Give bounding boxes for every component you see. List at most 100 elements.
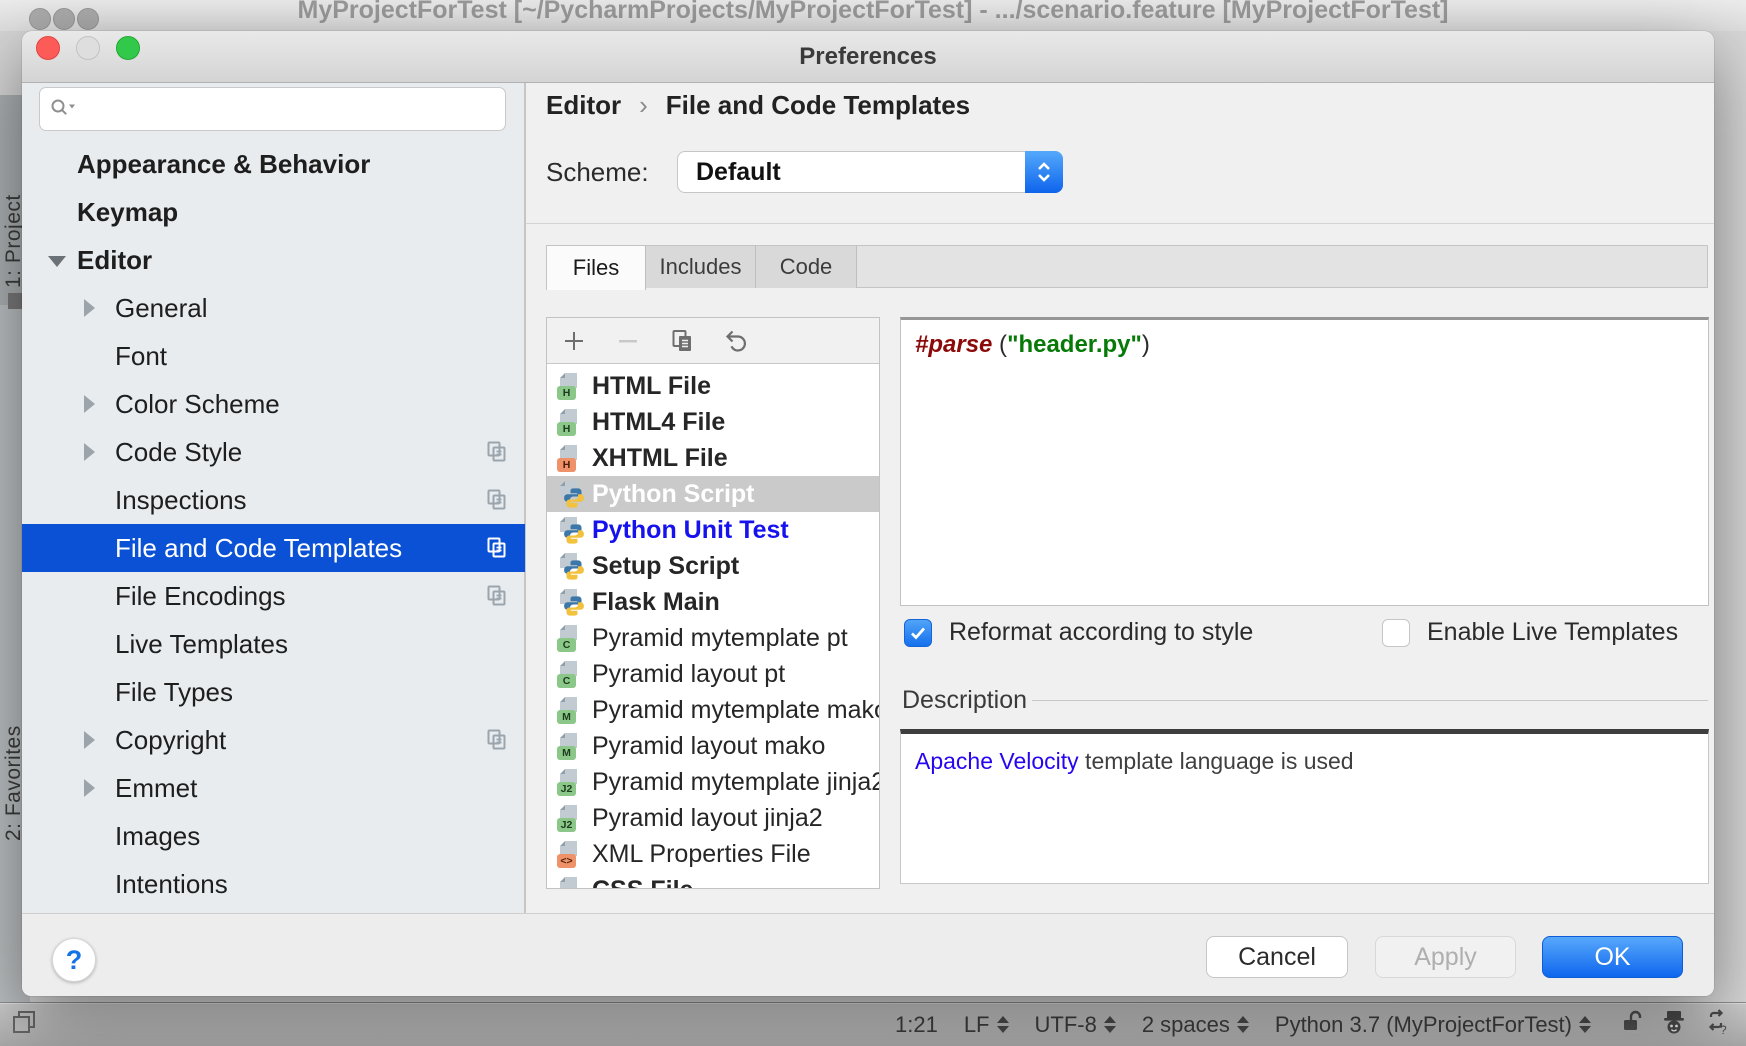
sidebar-item[interactable]: Copyright <box>22 716 525 764</box>
breadcrumb: Editor › File and Code Templates <box>546 87 970 123</box>
tab-includes[interactable]: Includes <box>646 245 756 288</box>
template-list-item[interactable]: CSS File <box>547 872 879 888</box>
sidebar-item[interactable]: Editor <box>22 236 525 284</box>
tab-code[interactable]: Code <box>756 245 857 288</box>
template-list-item[interactable]: C Pyramid mytemplate pt <box>547 620 879 656</box>
template-list-item[interactable]: J2 Pyramid mytemplate jinja2 <box>547 764 879 800</box>
file-type-badge: C <box>557 674 576 688</box>
sidebar-item-label: Appearance & Behavior <box>77 149 370 180</box>
sidebar-item-label: Copyright <box>115 725 226 756</box>
tool-window-switcher-icon[interactable] <box>10 1007 40 1043</box>
copy-settings-icon <box>485 536 509 560</box>
dialog-titlebar[interactable]: Preferences <box>22 31 1714 83</box>
tab-strip: Files Includes Code <box>546 245 1708 288</box>
reformat-checkbox[interactable] <box>904 619 932 647</box>
dropdown-stepper-icon[interactable] <box>1025 151 1063 193</box>
zoom-icon[interactable] <box>116 36 140 60</box>
background-zoom-icon[interactable] <box>77 8 99 30</box>
line-separator-widget[interactable]: LF <box>964 1012 1009 1038</box>
template-list-item[interactable]: H XHTML File <box>547 440 879 476</box>
tree-expand-arrow-icon[interactable] <box>84 779 95 797</box>
divider <box>526 223 1714 224</box>
tree-expand-arrow-icon[interactable] <box>84 443 95 461</box>
template-list-item[interactable]: Python Unit Test <box>547 512 879 548</box>
template-list-item[interactable]: M Pyramid mytemplate mako <box>547 692 879 728</box>
copy-template-button[interactable] <box>669 328 695 354</box>
template-editor[interactable]: #parse ("header.py") <box>900 317 1709 606</box>
apply-button[interactable]: Apply <box>1375 936 1516 978</box>
breadcrumb-section[interactable]: Editor <box>546 90 621 121</box>
sidebar-item[interactable]: File Encodings <box>22 572 525 620</box>
sidebar-item[interactable]: Live Templates <box>22 620 525 668</box>
scheme-select[interactable]: Default <box>677 151 1063 193</box>
list-toolbar <box>547 318 879 364</box>
template-list-item[interactable]: H HTML File <box>547 368 879 404</box>
description-label: Description <box>902 683 1027 717</box>
template-list-item[interactable]: J2 Pyramid layout jinja2 <box>547 800 879 836</box>
sidebar-item-label: Keymap <box>77 197 178 228</box>
copy-settings-icon <box>485 584 509 608</box>
sidebar-item[interactable]: Code Style <box>22 428 525 476</box>
sidebar-item[interactable]: Appearance & Behavior <box>22 140 525 188</box>
template-list-item[interactable]: Python Script <box>547 476 879 512</box>
indent-widget[interactable]: 2 spaces <box>1142 1012 1249 1038</box>
template-list-item[interactable]: C Pyramid layout pt <box>547 656 879 692</box>
tree-expand-arrow-icon[interactable] <box>48 256 66 267</box>
sidebar-item[interactable]: Keymap <box>22 188 525 236</box>
interpreter-widget[interactable]: Python 3.7 (MyProjectForTest) <box>1275 1012 1591 1038</box>
sidebar-item[interactable]: Images <box>22 812 525 860</box>
spinner-arrows-icon <box>1579 1016 1591 1033</box>
reset-template-button[interactable] <box>723 328 749 354</box>
lock-open-icon[interactable] <box>1621 1009 1645 1041</box>
encoding-widget[interactable]: UTF-8 <box>1035 1012 1116 1038</box>
template-list-body: H HTML File H HTML4 File H XHTML File Py… <box>547 364 879 888</box>
file-type-icon <box>557 589 583 615</box>
sidebar-item-label: Live Templates <box>115 629 288 660</box>
template-list-item[interactable]: M Pyramid layout mako <box>547 728 879 764</box>
template-list-item[interactable]: H HTML4 File <box>547 404 879 440</box>
background-close-icon[interactable] <box>29 8 51 30</box>
tab-files[interactable]: Files <box>546 245 646 290</box>
caret-position-widget[interactable]: 1:21 <box>895 1012 938 1038</box>
apache-velocity-link[interactable]: Apache Velocity <box>915 748 1079 774</box>
string-literal: "header.py" <box>1007 331 1142 358</box>
background-window-title: MyProjectForTest [~/PycharmProjects/MyPr… <box>297 0 1448 25</box>
add-template-button[interactable] <box>561 328 587 354</box>
cancel-button[interactable]: Cancel <box>1206 936 1348 978</box>
search-input[interactable] <box>82 94 505 124</box>
sidebar-item[interactable]: Emmet <box>22 764 525 812</box>
scheme-label: Scheme: <box>546 151 649 193</box>
template-name: Pyramid layout mako <box>592 732 825 761</box>
sidebar-item[interactable]: Color Scheme <box>22 380 525 428</box>
python-icon <box>563 523 585 545</box>
remove-template-button[interactable] <box>615 328 641 354</box>
sidebar-item[interactable]: File Types <box>22 668 525 716</box>
sidebar-item[interactable]: Font <box>22 332 525 380</box>
template-code-line: #parse ("header.py") <box>901 320 1708 369</box>
ok-button[interactable]: OK <box>1542 936 1683 978</box>
sidebar-item[interactable]: Inspections <box>22 476 525 524</box>
sidebar-item[interactable]: File and Code Templates <box>22 524 525 572</box>
template-name: CSS File <box>592 876 693 889</box>
hector-inspector-icon[interactable] <box>1661 1009 1687 1041</box>
sync-question-icon[interactable]: ? <box>1703 1008 1730 1041</box>
tree-expand-arrow-icon[interactable] <box>84 731 95 749</box>
help-button[interactable]: ? <box>52 938 96 982</box>
description-box[interactable]: Apache Velocity template language is use… <box>900 729 1709 884</box>
search-field[interactable] <box>39 87 506 131</box>
template-name: HTML4 File <box>592 408 725 437</box>
template-list-item[interactable]: <> XML Properties File <box>547 836 879 872</box>
template-name: Pyramid layout jinja2 <box>592 804 823 833</box>
sidebar-item[interactable]: Intentions <box>22 860 525 908</box>
close-icon[interactable] <box>36 36 60 60</box>
sidebar-item[interactable]: General <box>22 284 525 332</box>
sidebar-item-label: Intentions <box>115 869 228 900</box>
template-list-item[interactable]: Setup Script <box>547 548 879 584</box>
copy-settings-icon <box>485 728 509 752</box>
tree-expand-arrow-icon[interactable] <box>84 395 95 413</box>
tree-expand-arrow-icon[interactable] <box>84 299 95 317</box>
template-list-item[interactable]: Flask Main <box>547 584 879 620</box>
background-minimize-icon[interactable] <box>53 8 75 30</box>
minimize-icon[interactable] <box>76 36 100 60</box>
live-templates-checkbox[interactable] <box>1382 619 1410 647</box>
